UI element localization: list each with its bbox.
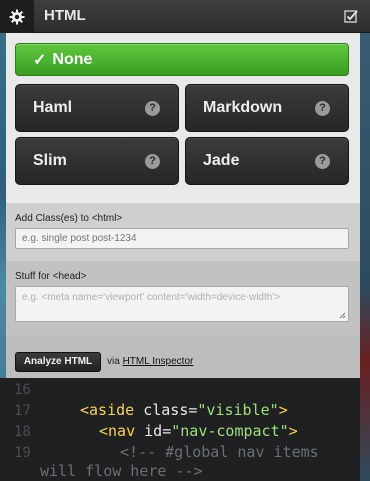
code-line: <nav id="nav-compact"> [99,422,298,440]
head-section: Stuff for <head> e.g. <meta name='viewpo… [6,261,360,337]
html-class-section: Add Class(es) to <html> [6,203,360,261]
gear-icon [9,9,25,24]
code-string: "nav-compact" [171,422,289,440]
checkbox-icon[interactable] [344,9,358,23]
jade-button[interactable]: Jade ? [185,137,349,185]
slim-button[interactable]: Slim ? [15,137,179,185]
slim-button-label: Slim [33,152,67,169]
line-number: 19 [14,445,31,461]
html-settings-panel: ✓ None Haml ? Markdown ? Slim ? Jade ? A… [6,33,360,378]
head-textarea[interactable]: e.g. <meta name='viewport' content='widt… [15,286,349,322]
code-tag: <aside [80,401,135,419]
code-string: "visible" [197,401,279,419]
html-class-label: Add Class(es) to <html> [15,213,123,224]
analyze-html-button[interactable]: Analyze HTML [15,352,101,372]
code-tag: > [278,401,288,419]
help-icon[interactable]: ? [315,154,330,169]
settings-button[interactable] [0,0,34,33]
help-icon[interactable]: ? [145,154,160,169]
head-placeholder: e.g. <meta name='viewport' content='widt… [22,292,281,303]
line-number: 16 [14,382,31,398]
code-comment: will flow here --> [40,462,203,480]
head-label: Stuff for <head> [15,271,87,282]
panel-title: HTML [44,7,86,24]
help-icon[interactable]: ? [315,101,330,116]
none-button-label: None [52,50,93,68]
markdown-button[interactable]: Markdown ? [185,84,349,132]
jade-button-label: Jade [203,152,240,169]
via-text: via HTML Inspector [107,356,193,367]
html-class-input[interactable] [15,228,349,249]
markdown-button-label: Markdown [203,99,283,116]
code-attr: id= [135,422,172,440]
code-attr: class= [134,401,198,419]
checkmark-icon: ✓ [33,51,47,69]
html-inspector-link[interactable]: HTML Inspector [123,356,194,367]
none-button[interactable]: ✓ None [15,43,349,76]
haml-button[interactable]: Haml ? [15,84,179,132]
via-label: via [107,356,120,367]
preprocessor-selector: ✓ None Haml ? Markdown ? Slim ? Jade ? [6,33,360,203]
line-number: 18 [14,424,31,440]
haml-button-label: Haml [33,99,73,116]
html-settings-header: HTML [0,0,370,33]
code-editor[interactable]: 16 17 <aside class="visible"> 18 <nav id… [0,378,360,481]
line-number: 17 [14,403,31,419]
analyze-section: Analyze HTML via HTML Inspector [6,337,360,378]
code-comment: <!-- #global nav items [120,443,319,461]
help-icon[interactable]: ? [145,101,160,116]
code-line: <aside class="visible"> [80,401,288,419]
code-tag: <nav [99,422,136,440]
code-tag: > [288,422,298,440]
editor-background-right [360,0,370,481]
resize-grip-icon[interactable] [339,312,346,319]
